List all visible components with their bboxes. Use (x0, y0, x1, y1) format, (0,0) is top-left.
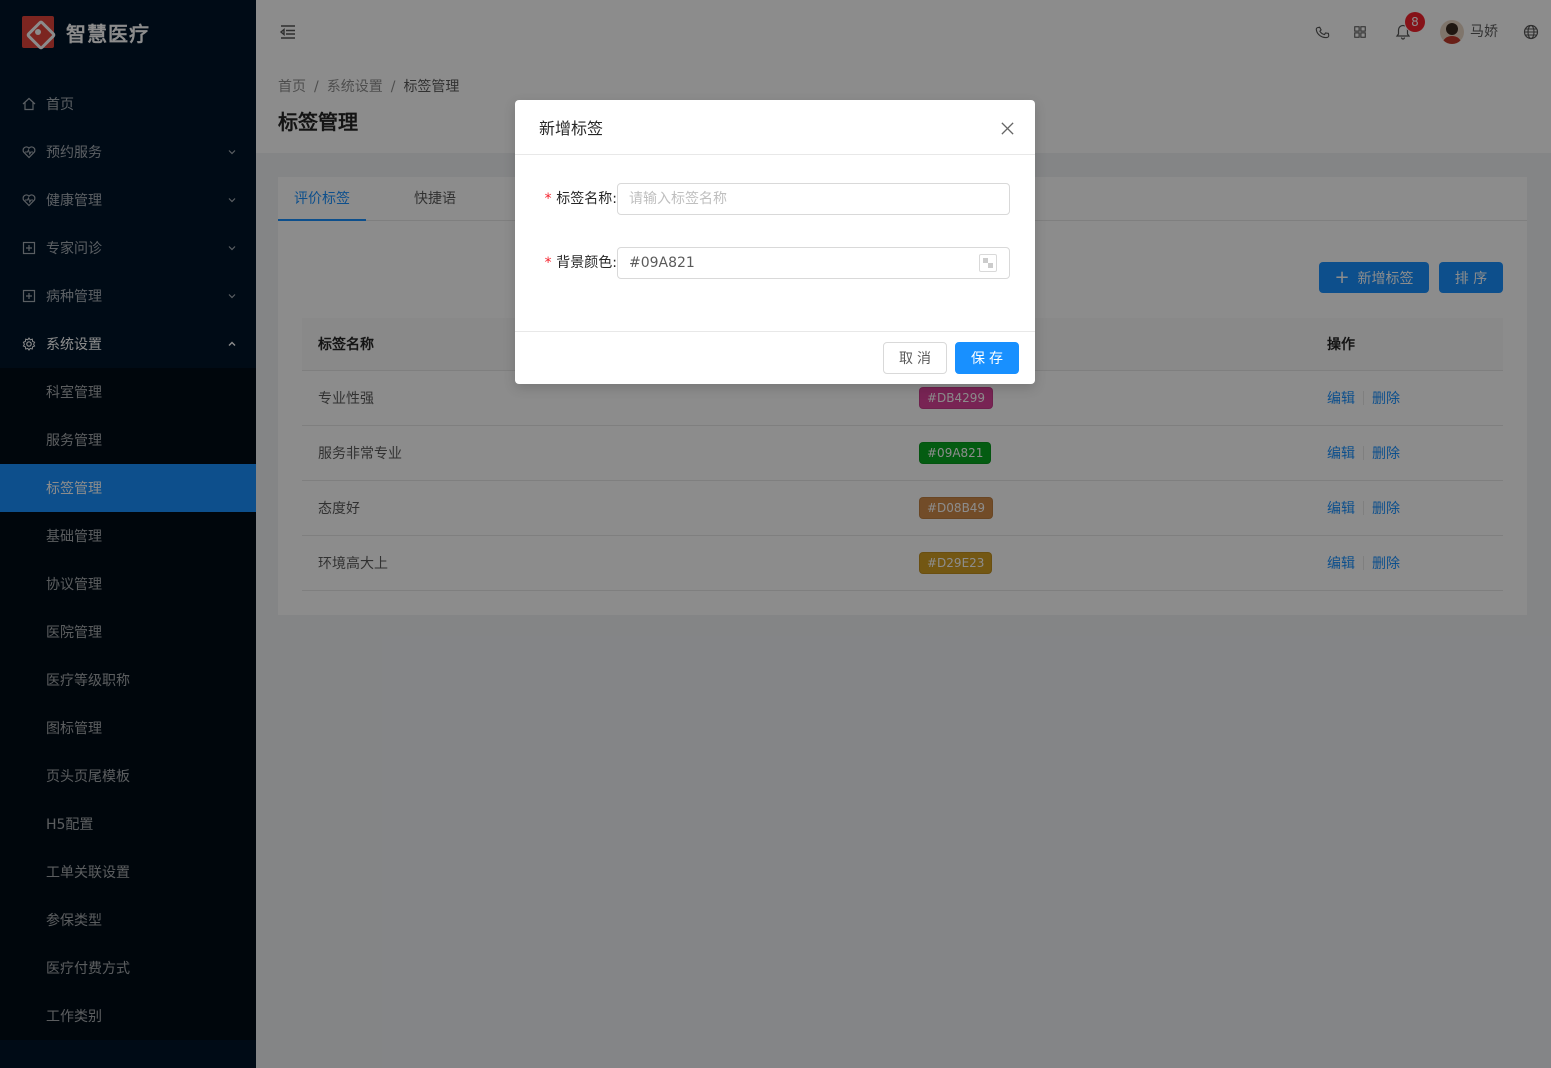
modal-footer: 取消 保存 (515, 331, 1035, 384)
tag-name-label: * 标签名称: (543, 191, 617, 207)
save-button[interactable]: 保存 (955, 342, 1019, 374)
tag-name-row: * 标签名称: (539, 183, 1011, 215)
tag-name-input[interactable] (617, 183, 1010, 215)
bg-color-row: * 背景颜色: (539, 247, 1011, 279)
color-picker-icon[interactable] (979, 254, 997, 272)
bg-color-input[interactable] (617, 247, 1010, 279)
modal-header: 新增标签 (515, 100, 1035, 155)
add-tag-modal: 新增标签 *标签名称: *背景颜色: 取消 保存 (515, 100, 1035, 384)
bg-color-label: * 背景颜色: (543, 255, 617, 271)
modal-title: 新增标签 (539, 119, 604, 138)
close-icon[interactable] (993, 114, 1021, 142)
cancel-button[interactable]: 取消 (883, 342, 947, 374)
